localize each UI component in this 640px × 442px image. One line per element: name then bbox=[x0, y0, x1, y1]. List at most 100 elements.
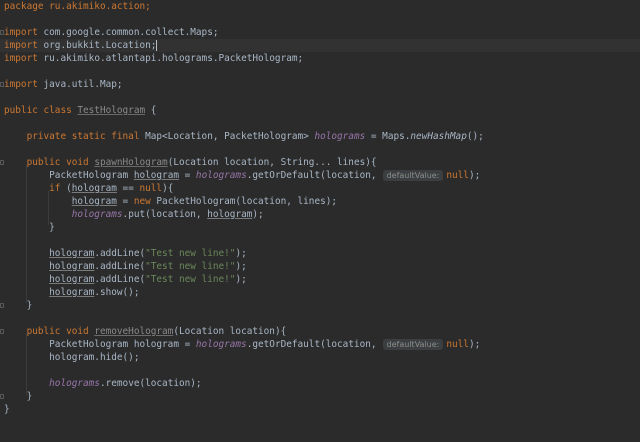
code-line-9[interactable]: public class TestHologram { bbox=[0, 104, 640, 117]
code-line-17[interactable]: holograms.put(location, hologram); bbox=[0, 208, 640, 221]
code-line-7[interactable]: import java.util.Map; bbox=[0, 78, 640, 91]
code-text: ( bbox=[60, 183, 72, 194]
brace: { bbox=[145, 105, 157, 116]
variable-name: hologram bbox=[71, 183, 117, 194]
string-literal: "Test new line!" bbox=[145, 248, 236, 259]
code-text: PacketHologram(location, lines); bbox=[150, 196, 338, 207]
method-params: (Location location, String... lines){ bbox=[167, 157, 377, 168]
code-line-27[interactable]: PacketHologram hologram = holograms.getO… bbox=[0, 338, 640, 351]
variable-name: hologram bbox=[49, 287, 95, 298]
class-keyword: public class bbox=[4, 105, 78, 116]
code-text: PacketHologram hologram = bbox=[4, 339, 196, 350]
import-keyword: import bbox=[4, 27, 38, 38]
code-line-20[interactable]: hologram.addLine("Test new line!"); bbox=[0, 247, 640, 260]
variable-name: hologram bbox=[133, 170, 179, 181]
closing-brace: } bbox=[4, 391, 33, 402]
method-name: removeHologram bbox=[94, 326, 174, 337]
code-line-11[interactable]: private static final Map<Location, Packe… bbox=[0, 130, 640, 143]
null-keyword: null bbox=[446, 339, 469, 350]
code-line-21[interactable]: hologram.addLine("Test new line!"); bbox=[0, 260, 640, 273]
class-name: TestHologram bbox=[77, 105, 146, 116]
variable-name: hologram bbox=[49, 261, 95, 272]
import-keyword: import bbox=[4, 53, 38, 64]
field-reference: holograms bbox=[71, 209, 123, 220]
code-line-16[interactable]: hologram = new PacketHologram(location, … bbox=[0, 195, 640, 208]
code-line-30[interactable]: holograms.remove(location); bbox=[0, 377, 640, 390]
method-modifiers: public void bbox=[4, 157, 95, 168]
code-text: .show(); bbox=[94, 287, 140, 298]
code-text: .addLine( bbox=[94, 261, 146, 272]
code-line-31[interactable]: } bbox=[0, 390, 640, 403]
field-reference: holograms bbox=[49, 378, 100, 389]
text-caret bbox=[156, 40, 158, 51]
code-line-14[interactable]: PacketHologram hologram = holograms.getO… bbox=[0, 169, 640, 182]
package-statement: package ru.akimiko.action; bbox=[4, 1, 151, 12]
import-path: com.google.common.collect.Maps; bbox=[37, 27, 219, 38]
code-line-4[interactable]: import org.bukkit.Location; bbox=[0, 39, 640, 52]
variable-name: hologram bbox=[49, 274, 95, 285]
code-line-15[interactable]: if (hologram == null){ bbox=[0, 182, 640, 195]
modifier-keywords: private static final bbox=[4, 131, 146, 142]
method-name: spawnHologram bbox=[94, 157, 168, 168]
code-text: .getOrDefault(location, bbox=[246, 170, 377, 181]
code-line-24[interactable]: } bbox=[0, 299, 640, 312]
code-text: ); bbox=[235, 248, 247, 259]
field-reference: holograms bbox=[195, 339, 247, 350]
code-line-3[interactable]: import com.google.common.collect.Maps; bbox=[0, 26, 640, 39]
code-text: ); bbox=[235, 261, 247, 272]
static-method-call: newHashMap bbox=[410, 131, 467, 142]
code-text: .remove(location); bbox=[99, 378, 202, 389]
string-literal: "Test new line!" bbox=[145, 261, 236, 272]
import-path: org.bukkit.Location; bbox=[37, 40, 157, 51]
code-line-28[interactable]: hologram.hide(); bbox=[0, 351, 640, 364]
field-reference: holograms bbox=[195, 170, 247, 181]
null-keyword: null bbox=[446, 170, 469, 181]
code-line-13[interactable]: public void spawnHologram(Location locat… bbox=[0, 156, 640, 169]
string-literal: "Test new line!" bbox=[145, 274, 236, 285]
variable-name: hologram bbox=[71, 196, 117, 207]
code-text: ); bbox=[468, 170, 481, 181]
code-text: PacketHologram bbox=[4, 170, 134, 181]
code-line-26[interactable]: public void removeHologram(Location loca… bbox=[0, 325, 640, 338]
code-text: ); bbox=[468, 339, 481, 350]
code-line-18[interactable]: } bbox=[0, 221, 640, 234]
code-editor[interactable]: package ru.akimiko.action; import com.go… bbox=[0, 0, 640, 427]
import-keyword: import bbox=[4, 79, 38, 90]
field-name: holograms bbox=[314, 131, 366, 142]
variable-name: hologram bbox=[49, 248, 95, 259]
method-params: (Location location){ bbox=[173, 326, 287, 337]
if-keyword: if bbox=[4, 183, 61, 194]
null-keyword: null bbox=[139, 183, 163, 194]
code-text: .getOrDefault(location, bbox=[246, 339, 377, 350]
code-line-1[interactable]: package ru.akimiko.action; bbox=[0, 0, 640, 13]
code-line-22[interactable]: hologram.addLine("Test new line!"); bbox=[0, 273, 640, 286]
closing-brace: } bbox=[4, 222, 55, 233]
code-text: .put(location, bbox=[122, 209, 208, 220]
import-path: ru.akimiko.atlantapi.holograms.PacketHol… bbox=[37, 53, 304, 64]
code-text: .addLine( bbox=[94, 274, 146, 285]
code-text: ); bbox=[252, 209, 264, 220]
field-type: Map<Location, PacketHologram> bbox=[145, 131, 315, 142]
code-line-5[interactable]: import ru.akimiko.atlantapi.holograms.Pa… bbox=[0, 52, 640, 65]
code-text: ){ bbox=[162, 183, 174, 194]
code-text: == bbox=[116, 183, 140, 194]
code-text: = Maps. bbox=[365, 131, 411, 142]
code-line-23[interactable]: hologram.show(); bbox=[0, 286, 640, 299]
code-text: = bbox=[178, 170, 196, 181]
parameter-hint: defaultValue: bbox=[382, 339, 444, 350]
code-text: .addLine( bbox=[94, 248, 146, 259]
method-modifiers: public void bbox=[4, 326, 95, 337]
closing-brace: } bbox=[4, 300, 33, 311]
closing-brace: } bbox=[4, 404, 10, 415]
code-text: hologram.hide(); bbox=[4, 352, 140, 363]
code-line-32[interactable]: } bbox=[0, 403, 640, 416]
code-text: = bbox=[116, 196, 134, 207]
code-text: ); bbox=[235, 274, 247, 285]
import-keyword: import bbox=[4, 40, 38, 51]
new-keyword: new bbox=[133, 196, 151, 207]
